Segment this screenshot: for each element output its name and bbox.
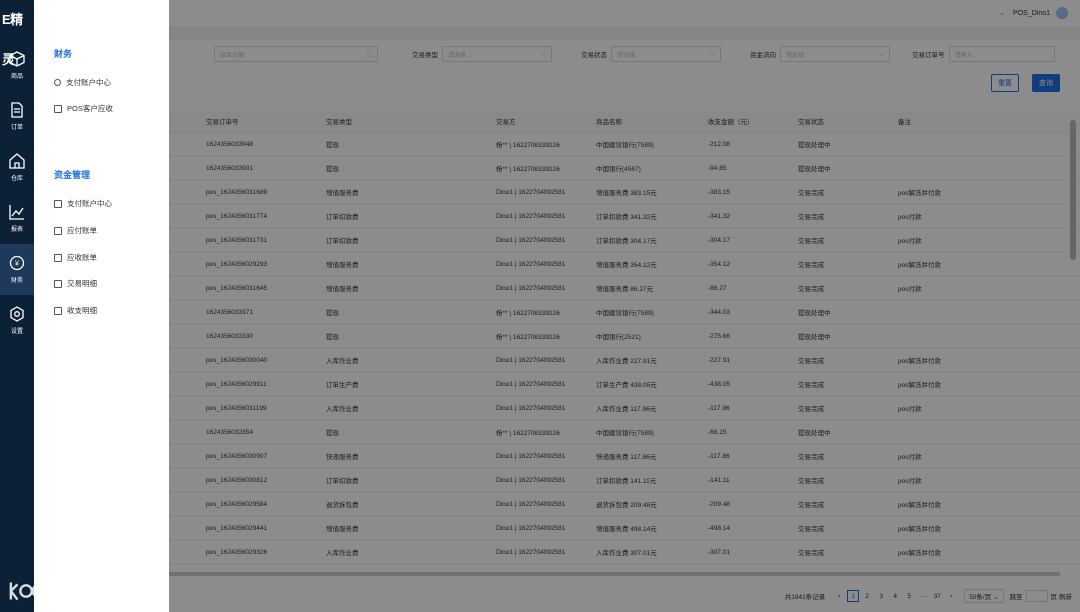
flyout-item-payment-center[interactable]: 支付账户中心	[54, 77, 111, 88]
flyout-item-label: 支付账户中心	[67, 199, 112, 208]
watermark-logo-icon	[9, 581, 46, 600]
flyout-item-label: POS客户应收	[67, 104, 113, 113]
list-icon	[54, 306, 62, 315]
watermark: 大数跨境	[8, 576, 132, 605]
flyout-item-transactions[interactable]: 交易明细	[54, 278, 97, 289]
app-root: ⌄ POS_Dino1 结束日期 ▢ 交易类型 请选择 ⌄ 交易状态 请选择 ⌄…	[0, 0, 1080, 612]
rail-item-label: 报表	[10, 227, 23, 233]
rail-item-chart[interactable]: 报表	[0, 193, 34, 244]
flyout-item-label: 支付账户中心	[66, 78, 111, 87]
rail-item-label: 设置	[10, 329, 23, 335]
flyout-section-title-finance: 财务	[54, 49, 73, 59]
chart-icon	[9, 205, 24, 220]
left-rail: E精灵 商品订单仓库报表 ¥ 财务设置	[0, 0, 34, 612]
rail-item-warehouse[interactable]: 仓库	[0, 142, 34, 193]
watermark-text: 大数跨境	[52, 582, 132, 604]
finance-flyout-menu: 财务 支付账户中心 POS客户应收 资金管理 支付账户中心 应付账单 应收账单 …	[34, 0, 169, 612]
flyout-item-pos-receivable[interactable]: POS客户应收	[54, 103, 113, 114]
flyout-item-label: 应付账单	[67, 226, 97, 235]
list-icon	[54, 279, 62, 288]
flyout-item-label: 应收账单	[67, 253, 97, 262]
brand-logo: E精灵	[2, 12, 23, 67]
settings-icon	[10, 306, 24, 322]
edit-icon	[54, 104, 62, 113]
rail-item-label: 财务	[10, 278, 23, 284]
flyout-section-title-fund: 资金管理	[54, 170, 91, 180]
bill-icon	[54, 226, 62, 235]
flyout-item-payment-center-2[interactable]: 支付账户中心	[54, 198, 112, 209]
rail-item-settings[interactable]: 设置	[0, 295, 34, 346]
rail-item-document[interactable]: 订单	[0, 91, 34, 142]
flyout-item-receivables[interactable]: 应收账单	[54, 252, 97, 263]
rail-item-label: 仓库	[10, 176, 23, 182]
rail-item-label: 商品	[10, 74, 23, 80]
svg-text:¥: ¥	[15, 261, 19, 268]
cube-icon	[9, 51, 25, 67]
document-icon	[11, 102, 23, 118]
card-icon	[54, 199, 62, 208]
rail-item-finance[interactable]: ¥ 财务	[0, 244, 34, 295]
flyout-item-income-expense[interactable]: 收支明细	[54, 305, 97, 316]
finance-icon: ¥	[9, 255, 25, 271]
rail-item-label: 订单	[10, 125, 23, 131]
bill-icon	[54, 253, 62, 262]
user-icon	[54, 79, 61, 86]
flyout-item-label: 交易明细	[67, 279, 97, 288]
flyout-item-payables[interactable]: 应付账单	[54, 225, 97, 236]
warehouse-icon	[9, 153, 25, 169]
flyout-item-label: 收支明细	[67, 306, 97, 315]
